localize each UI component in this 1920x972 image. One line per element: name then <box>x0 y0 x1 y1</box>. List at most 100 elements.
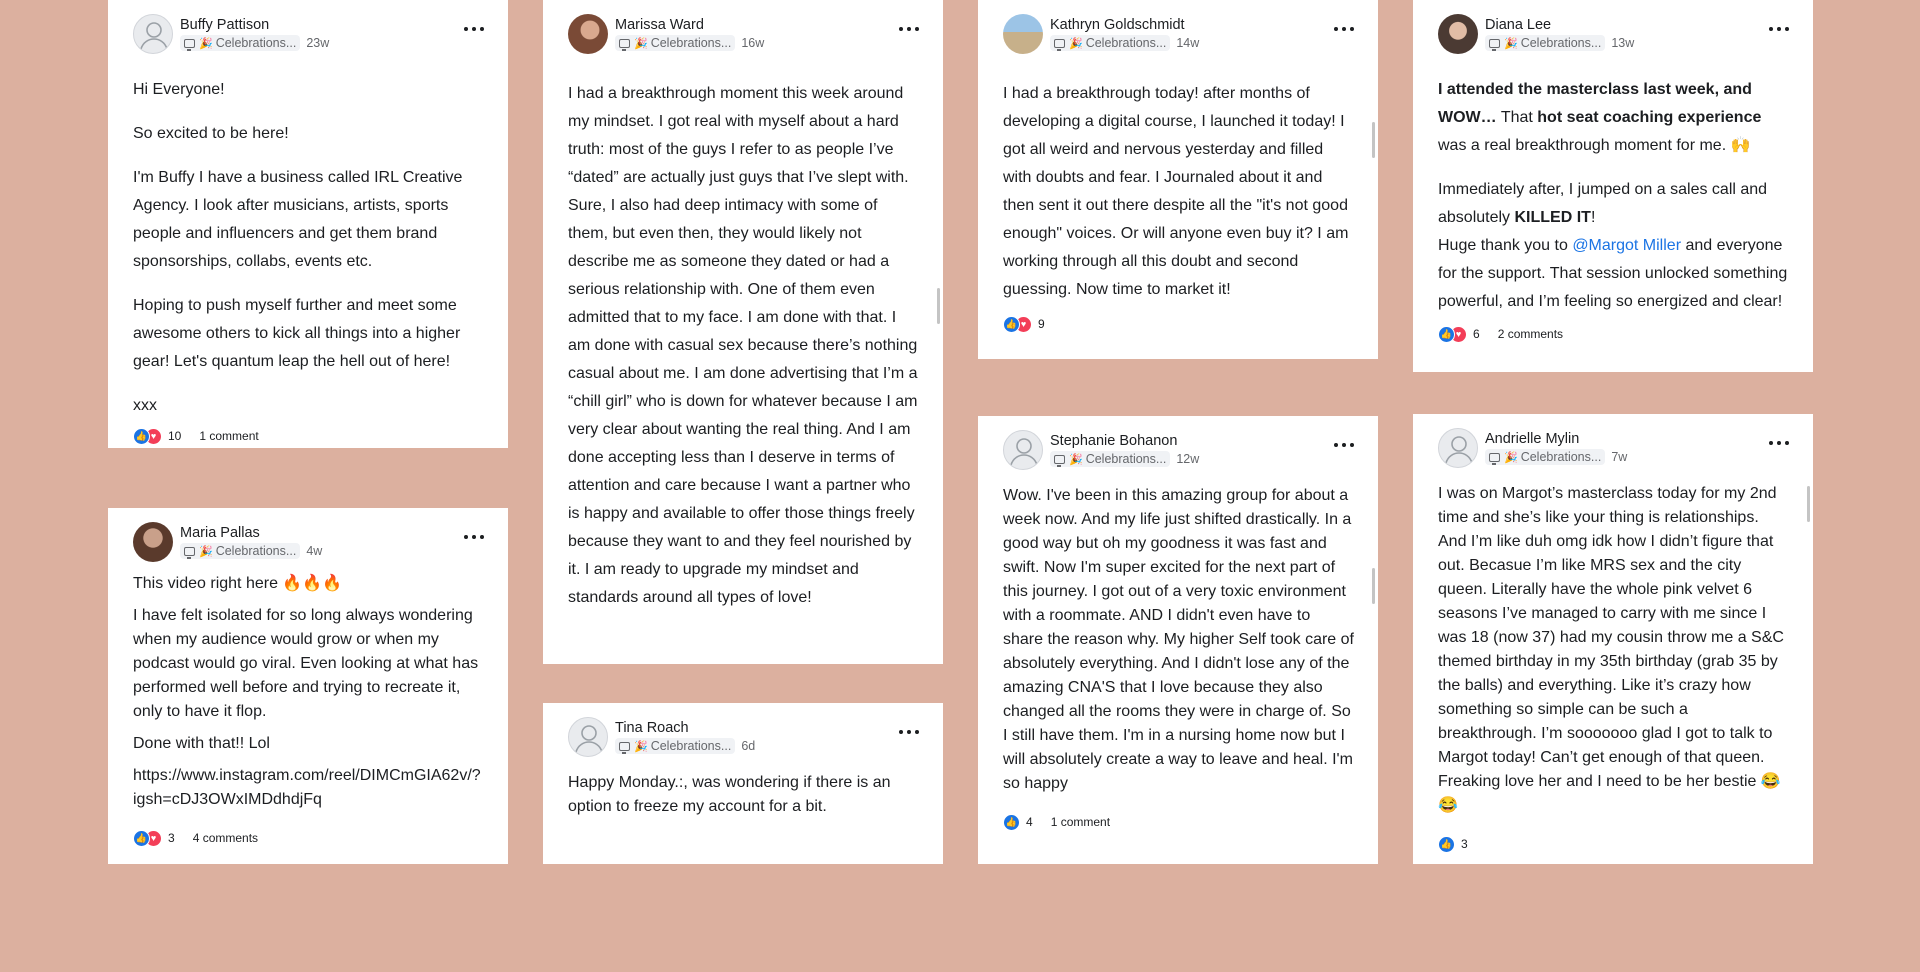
post-paragraph: Happy Monday.:, was wondering if there i… <box>568 774 891 815</box>
reaction-count[interactable]: 10 <box>168 429 181 443</box>
category-badge[interactable]: 🎉 Celebrations... <box>180 543 301 559</box>
reactions[interactable]: 👍 <box>1003 813 1020 831</box>
more-options-icon[interactable] <box>464 24 484 34</box>
author-name[interactable]: Tina Roach <box>615 720 689 736</box>
post-header: Stephanie Bohanon 🎉 Celebrations... 12w <box>1003 430 1354 472</box>
author-name[interactable]: Marissa Ward <box>615 17 704 33</box>
scrollbar[interactable] <box>937 288 940 324</box>
scrollbar[interactable] <box>1807 486 1810 522</box>
reactions[interactable]: 👍 ♥ <box>1003 315 1032 333</box>
avatar[interactable] <box>1003 430 1043 470</box>
reactions[interactable]: 👍 <box>1438 835 1455 853</box>
post-meta: 🎉 Celebrations... 7w <box>1485 449 1627 465</box>
user-mention[interactable]: @Margot Miller <box>1572 237 1681 254</box>
like-reaction-icon: 👍 <box>133 427 150 445</box>
author-name[interactable]: Diana Lee <box>1485 17 1551 33</box>
author-name[interactable]: Maria Pallas <box>180 525 260 541</box>
comment-count[interactable]: 4 comments <box>193 831 258 845</box>
text: That <box>1496 109 1538 126</box>
comment-count[interactable]: 1 comment <box>1051 815 1110 829</box>
party-popper-icon: 🎉 <box>634 740 648 753</box>
category-label: Celebrations... <box>1085 452 1167 466</box>
post-header: Maria Pallas 🎉 Celebrations... 4w <box>133 522 484 564</box>
post-age: 12w <box>1176 452 1200 466</box>
monitor-icon <box>1489 452 1500 465</box>
reactions[interactable]: 👍 ♥ <box>133 829 162 847</box>
monitor-icon <box>184 546 195 559</box>
monitor-icon <box>619 741 630 754</box>
category-badge[interactable]: 🎉 Celebrations... <box>1485 35 1606 51</box>
post-paragraph: I had a breakthrough moment this week ar… <box>568 85 918 606</box>
category-badge[interactable]: 🎉 Celebrations... <box>615 35 736 51</box>
post-paragraph: I had a breakthrough today! after months… <box>1003 85 1349 298</box>
post-header: Marissa Ward 🎉 Celebrations... 16w <box>568 14 919 56</box>
more-options-icon[interactable] <box>1769 438 1789 448</box>
reaction-count[interactable]: 3 <box>1461 837 1468 851</box>
category-badge[interactable]: 🎉 Celebrations... <box>615 738 736 754</box>
post-paragraph: I attended the masterclass last week, an… <box>1438 76 1789 160</box>
more-options-icon[interactable] <box>1769 24 1789 34</box>
party-popper-icon: 🎉 <box>199 545 213 558</box>
post-footer: 👍 3 <box>1438 834 1789 854</box>
category-label: Celebrations... <box>215 544 297 558</box>
post-age: 16w <box>741 36 765 50</box>
more-options-icon[interactable] <box>899 24 919 34</box>
reaction-count[interactable]: 6 <box>1473 327 1480 341</box>
more-options-icon[interactable] <box>1334 440 1354 450</box>
post-body: I had a breakthrough moment this week ar… <box>568 80 919 612</box>
post-card: Tina Roach 🎉 Celebrations... 6d Happy Mond… <box>543 703 943 864</box>
post-card: Marissa Ward 🎉 Celebrations... 16w I had a… <box>543 0 943 664</box>
more-options-icon[interactable] <box>1334 24 1354 34</box>
avatar[interactable] <box>1438 14 1478 54</box>
post-card: Maria Pallas 🎉 Celebrations... 4w This vid… <box>108 508 508 864</box>
post-footer: 👍 ♥ 10 1 comment <box>133 426 484 446</box>
post-meta: 🎉 Celebrations... 23w <box>180 35 329 51</box>
avatar[interactable] <box>1438 428 1478 468</box>
category-badge[interactable]: 🎉 Celebrations... <box>180 35 301 51</box>
post-body: I attended the masterclass last week, an… <box>1438 76 1789 316</box>
author-name[interactable]: Buffy Pattison <box>180 17 269 33</box>
avatar[interactable] <box>133 522 173 562</box>
post-meta: 🎉 Celebrations... 14w <box>1050 35 1199 51</box>
post-link[interactable]: https://www.instagram.com/reel/DIMCmGIA6… <box>133 764 484 812</box>
post-card: Kathryn Goldschmidt 🎉 Celebrations... 14w … <box>978 0 1378 359</box>
avatar[interactable] <box>133 14 173 54</box>
reaction-count[interactable]: 3 <box>168 831 175 845</box>
category-badge[interactable]: 🎉 Celebrations... <box>1050 35 1171 51</box>
author-name[interactable]: Kathryn Goldschmidt <box>1050 17 1185 33</box>
like-reaction-icon: 👍 <box>133 829 150 847</box>
reactions[interactable]: 👍 ♥ <box>133 427 162 445</box>
post-header: Diana Lee 🎉 Celebrations... 13w <box>1438 14 1789 56</box>
party-popper-icon: 🎉 <box>1504 451 1518 464</box>
monitor-icon <box>1489 38 1500 51</box>
text: ! <box>1590 209 1596 226</box>
reaction-count[interactable]: 9 <box>1038 317 1045 331</box>
comment-count[interactable]: 2 comments <box>1498 327 1563 341</box>
monitor-icon <box>619 38 630 51</box>
post-paragraph: I was on Margot’s masterclass today for … <box>1438 485 1784 814</box>
category-badge[interactable]: 🎉 Celebrations... <box>1485 449 1606 465</box>
post-meta: 🎉 Celebrations... 13w <box>1485 35 1634 51</box>
reactions[interactable]: 👍 ♥ <box>1438 325 1467 343</box>
more-options-icon[interactable] <box>464 532 484 542</box>
scrollbar[interactable] <box>1372 568 1375 604</box>
avatar[interactable] <box>1003 14 1043 54</box>
post-card: Andrielle Mylin 🎉 Celebrations... 7w I was… <box>1413 414 1813 864</box>
reaction-count[interactable]: 4 <box>1026 815 1033 829</box>
post-paragraph: This video right here 🔥🔥🔥 <box>133 575 343 592</box>
post-paragraph: Done with that!! Lol <box>133 735 270 752</box>
comment-count[interactable]: 1 comment <box>199 429 258 443</box>
avatar[interactable] <box>568 717 608 757</box>
more-options-icon[interactable] <box>899 727 919 737</box>
avatar[interactable] <box>568 14 608 54</box>
category-badge[interactable]: 🎉 Celebrations... <box>1050 451 1171 467</box>
monitor-icon <box>184 38 195 51</box>
monitor-icon <box>1054 38 1065 51</box>
post-body: This video right here 🔥🔥🔥 I have felt is… <box>133 572 484 812</box>
post-meta: 🎉 Celebrations... 12w <box>1050 451 1199 467</box>
author-name[interactable]: Andrielle Mylin <box>1485 431 1579 447</box>
author-name[interactable]: Stephanie Bohanon <box>1050 433 1177 449</box>
post-paragraph: Huge thank you to @Margot Miller and eve… <box>1438 232 1789 316</box>
scrollbar[interactable] <box>1372 122 1375 158</box>
post-age: 23w <box>306 36 330 50</box>
